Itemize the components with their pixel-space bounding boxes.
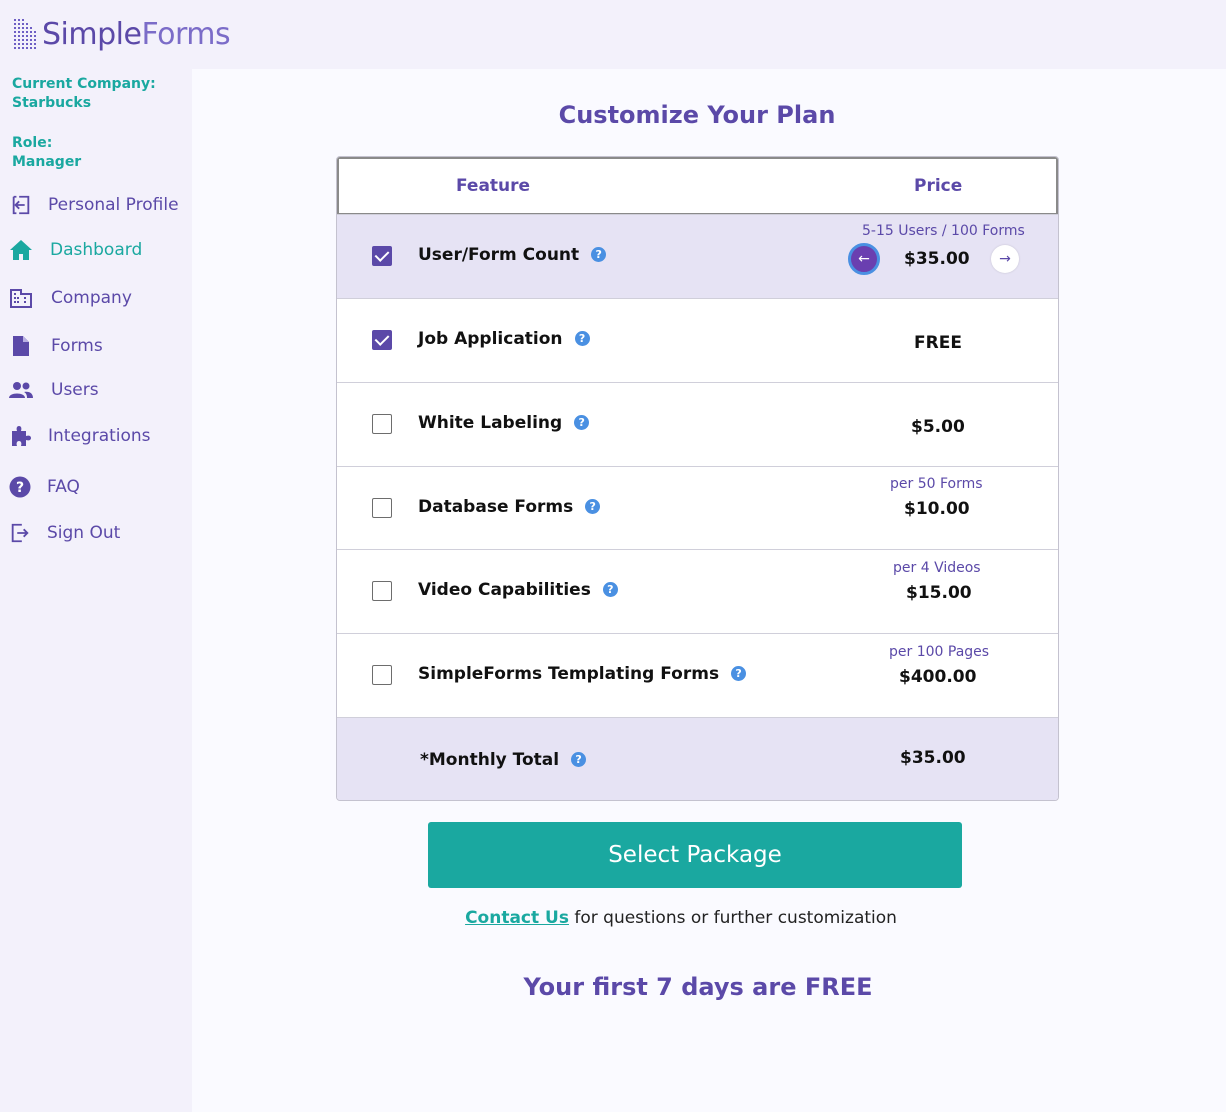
current-company-value: Starbucks — [12, 95, 92, 111]
table-row-user-form-count: User/Form Count? 5-15 Users / 100 Forms … — [337, 214, 1058, 298]
column-header-price: Price — [914, 176, 963, 196]
table-row-white-labeling: White Labeling? $5.00 — [337, 382, 1058, 466]
price-value: $15.00 — [906, 583, 972, 603]
profile-icon — [9, 193, 33, 217]
job-application-checkbox[interactable] — [372, 330, 392, 350]
main-content: Customize Your Plan Feature Price User/F… — [192, 69, 1226, 1112]
feature-label: Database Forms? — [418, 497, 601, 517]
price-subtext: per 50 Forms — [890, 476, 983, 492]
contact-line: Contact Us for questions or further cust… — [192, 908, 1170, 928]
arrow-left-icon: ← — [858, 251, 870, 267]
database-forms-checkbox[interactable] — [372, 498, 392, 518]
help-icon[interactable]: ? — [574, 331, 590, 346]
sidebar-item-label: Personal Profile — [48, 195, 179, 215]
sidebar-item-integrations[interactable]: Integrations — [0, 421, 192, 451]
feature-label: White Labeling? — [418, 413, 590, 433]
document-icon — [9, 334, 33, 358]
contact-us-link[interactable]: Contact Us — [465, 908, 569, 928]
table-header: Feature Price — [337, 157, 1058, 215]
arrow-right-icon: → — [999, 251, 1011, 267]
table-row-monthly-total: *Monthly Total? $35.00 — [337, 717, 1058, 800]
sidebar-item-faq[interactable]: ? FAQ — [0, 472, 192, 502]
select-package-button[interactable]: Select Package — [428, 822, 962, 888]
price-value: FREE — [914, 333, 962, 353]
help-icon[interactable]: ? — [602, 582, 618, 597]
templating-forms-checkbox[interactable] — [372, 665, 392, 685]
logo-text: SimpleForms — [42, 17, 231, 52]
logo-mark-icon — [14, 19, 36, 51]
sidebar-item-sign-out[interactable]: Sign Out — [0, 518, 192, 548]
help-icon[interactable]: ? — [585, 499, 601, 514]
user-form-count-checkbox[interactable] — [372, 246, 392, 266]
feature-label: User/Form Count? — [418, 245, 607, 265]
simpleforms-logo[interactable]: SimpleForms — [14, 16, 231, 54]
help-icon[interactable]: ? — [574, 415, 590, 430]
sidebar-item-users[interactable]: Users — [0, 375, 192, 405]
contact-text: for questions or further customization — [568, 908, 897, 928]
help-icon[interactable]: ? — [591, 247, 607, 262]
current-company-label: Current Company: — [12, 76, 156, 92]
price-subtext: per 100 Pages — [889, 644, 990, 660]
help-icon[interactable]: ? — [731, 666, 747, 681]
column-header-feature: Feature — [456, 176, 531, 196]
puzzle-icon — [9, 424, 33, 448]
table-row-job-application: Job Application? FREE — [337, 298, 1058, 382]
price-value: $5.00 — [911, 417, 965, 437]
sidebar-item-forms[interactable]: Forms — [0, 331, 192, 361]
sidebar-item-personal-profile[interactable]: Personal Profile — [0, 190, 192, 220]
plan-table: Feature Price User/Form Count? 5-15 User… — [336, 156, 1059, 801]
home-icon — [9, 238, 33, 262]
building-icon — [9, 286, 33, 310]
previous-tier-button[interactable]: ← — [848, 243, 880, 275]
sign-out-icon — [8, 521, 32, 545]
price-value: $400.00 — [899, 667, 977, 687]
question-icon: ? — [8, 475, 32, 499]
free-trial-banner: Your first 7 days are FREE — [523, 973, 873, 1001]
price-subtext: per 4 Videos — [893, 560, 981, 576]
users-icon — [9, 378, 33, 402]
sidebar-item-label: Company — [51, 288, 132, 308]
sidebar-item-label: FAQ — [47, 477, 80, 497]
header: SimpleForms — [0, 0, 1226, 69]
feature-label: Job Application? — [418, 329, 590, 349]
sidebar: Current Company: Starbucks Role: Manager… — [0, 69, 192, 1112]
sidebar-item-label: Dashboard — [50, 240, 143, 260]
table-row-templating-forms: SimpleForms Templating Forms? per 100 Pa… — [337, 633, 1058, 717]
sidebar-item-company[interactable]: Company — [0, 283, 192, 313]
price-value: $10.00 — [904, 499, 970, 519]
total-label: *Monthly Total? — [420, 750, 587, 770]
price-subtext: 5-15 Users / 100 Forms — [862, 223, 1025, 239]
next-tier-button[interactable]: → — [991, 245, 1019, 273]
sidebar-item-label: Users — [51, 380, 99, 400]
video-capabilities-checkbox[interactable] — [372, 581, 392, 601]
feature-label: SimpleForms Templating Forms? — [418, 664, 747, 684]
svg-text:?: ? — [16, 480, 24, 496]
help-icon[interactable]: ? — [571, 752, 587, 767]
table-row-video-capabilities: Video Capabilities? per 4 Videos $15.00 — [337, 549, 1058, 633]
table-row-database-forms: Database Forms? per 50 Forms $10.00 — [337, 466, 1058, 550]
page-title: Customize Your Plan — [558, 101, 836, 129]
role-label: Role: — [12, 135, 53, 151]
sidebar-item-label: Forms — [51, 336, 103, 356]
feature-label: Video Capabilities? — [418, 580, 618, 600]
sidebar-item-label: Sign Out — [47, 523, 121, 543]
price-value: $35.00 — [904, 249, 970, 269]
role-value: Manager — [12, 154, 82, 170]
sidebar-item-label: Integrations — [48, 426, 151, 446]
sidebar-item-dashboard[interactable]: Dashboard — [0, 235, 192, 265]
total-price: $35.00 — [900, 748, 966, 768]
white-labeling-checkbox[interactable] — [372, 414, 392, 434]
